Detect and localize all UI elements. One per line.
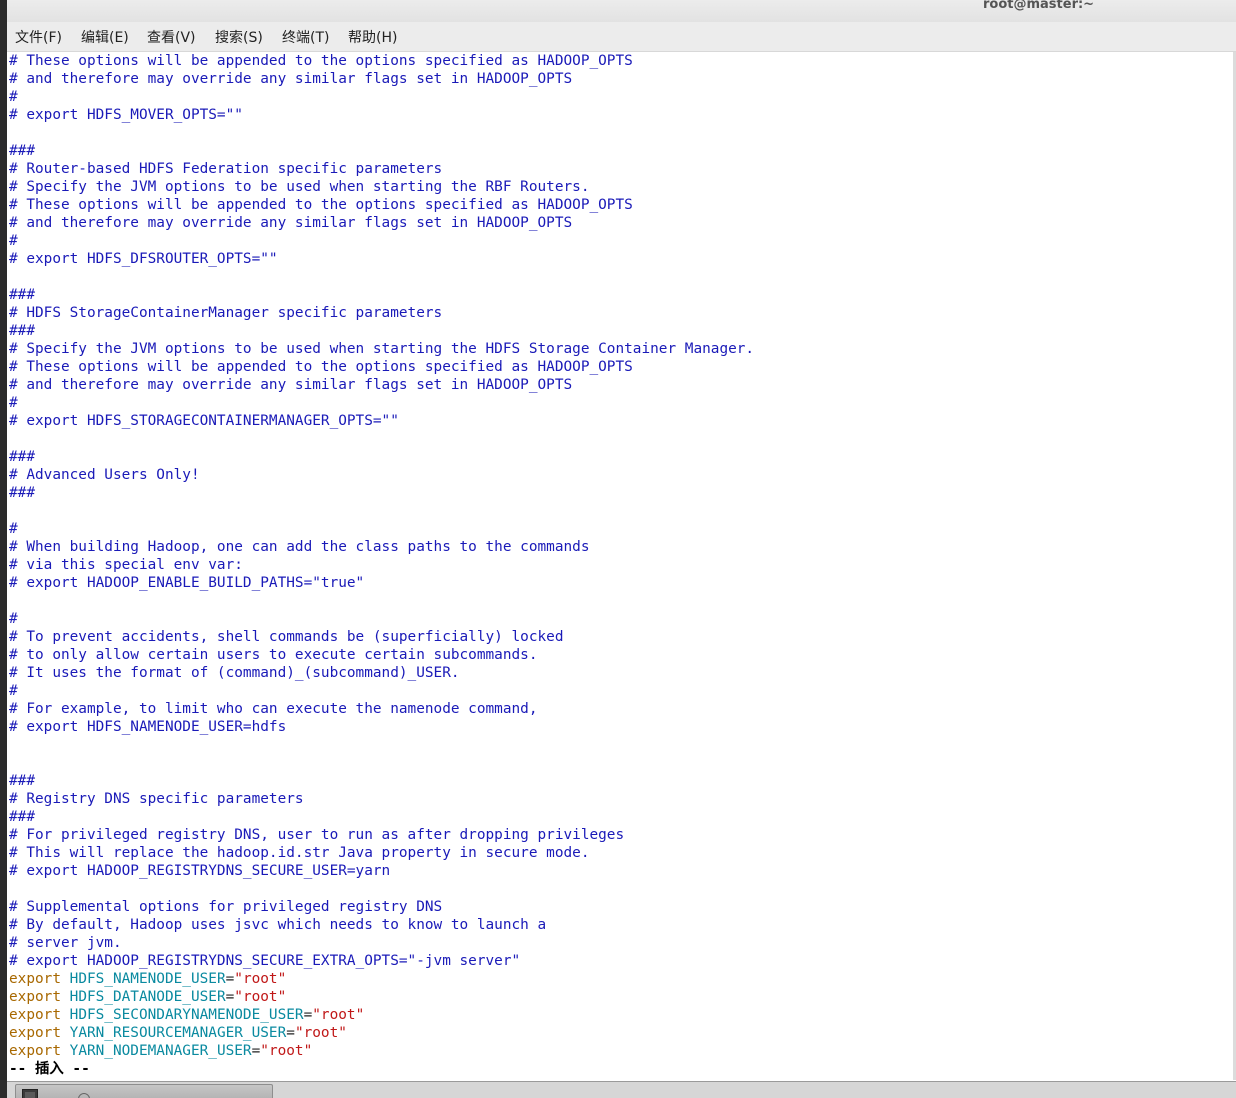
export-value: "root"	[260, 1043, 313, 1059]
export-line: export HDFS_SECONDARYNAMENODE_USER="root…	[9, 1006, 1233, 1024]
menu-search[interactable]: 搜索(S)	[215, 27, 263, 47]
export-value: "root"	[234, 971, 287, 987]
export-value: "root"	[312, 1007, 365, 1023]
terminal-line: # Router-based HDFS Federation specific …	[9, 161, 443, 177]
export-operator: =	[225, 971, 235, 987]
terminal-line: # To prevent accidents, shell commands b…	[9, 629, 564, 645]
terminal-line: # For privileged registry DNS, user to r…	[9, 827, 625, 843]
terminal-line: # These options will be appended to the …	[9, 197, 633, 213]
terminal-line: # When building Hadoop, one can add the …	[9, 539, 590, 555]
export-keyword: export	[9, 1007, 61, 1023]
window-title: root@master:~	[983, 0, 1095, 12]
terminal-line: # Supplemental options for privileged re…	[9, 899, 443, 915]
menu-view[interactable]: 查看(V)	[147, 27, 196, 47]
export-line: export YARN_RESOURCEMANAGER_USER="root"	[9, 1024, 1233, 1042]
terminal-line: #	[9, 89, 18, 105]
terminal-line: ###	[9, 323, 35, 339]
export-keyword: export	[9, 1043, 61, 1059]
terminal-line: #	[9, 521, 18, 537]
terminal-line: # HDFS StorageContainerManager specific …	[9, 305, 443, 321]
status-circle-icon	[78, 1093, 90, 1098]
menu-edit[interactable]: 编辑(E)	[81, 27, 129, 47]
export-keyword: export	[9, 971, 61, 987]
export-line: export HDFS_NAMENODE_USER="root"	[9, 970, 1233, 988]
menu-file[interactable]: 文件(F)	[15, 27, 62, 47]
export-variable-name: HDFS_NAMENODE_USER	[69, 971, 226, 987]
desktop-left-edge	[0, 0, 7, 1098]
export-value: "root"	[294, 1025, 347, 1041]
terminal-content[interactable]: # These options will be appended to the …	[9, 52, 1233, 1080]
export-keyword: export	[9, 1025, 61, 1041]
terminal-line: ###	[9, 143, 35, 159]
export-variable-name: YARN_NODEMANAGER_USER	[69, 1043, 252, 1059]
terminal-line: ###	[9, 287, 35, 303]
export-variable-name: HDFS_DATANODE_USER	[69, 989, 226, 1005]
terminal-line: ###	[9, 809, 35, 825]
terminal-line: # Specify the JVM options to be used whe…	[9, 179, 590, 195]
export-operator: =	[303, 1007, 313, 1023]
export-variable-name: HDFS_SECONDARYNAMENODE_USER	[69, 1007, 304, 1023]
terminal-line: # export HADOOP_ENABLE_BUILD_PATHS="true…	[9, 575, 365, 591]
menu-terminal[interactable]: 终端(T)	[282, 27, 329, 47]
export-line: export HDFS_DATANODE_USER="root"	[9, 988, 1233, 1006]
vim-mode-indicator: -- 插入 --	[9, 1061, 90, 1077]
terminal-line: # These options will be appended to the …	[9, 53, 633, 69]
terminal-icon	[22, 1089, 38, 1098]
export-keyword: export	[9, 989, 61, 1005]
terminal-window: root@master:~ 文件(F) 编辑(E) 查看(V) 搜索(S) 终端…	[0, 0, 1236, 1098]
menu-help[interactable]: 帮助(H)	[348, 27, 397, 47]
terminal-line: # This will replace the hadoop.id.str Ja…	[9, 845, 590, 861]
export-line: export YARN_NODEMANAGER_USER="root"	[9, 1042, 1233, 1060]
terminal-line: # Specify the JVM options to be used whe…	[9, 341, 755, 357]
terminal-line: # export HADOOP_REGISTRYDNS_SECURE_USER=…	[9, 863, 391, 879]
terminal-line: # export HDFS_STORAGECONTAINERMANAGER_OP…	[9, 413, 399, 429]
terminal-line: #	[9, 683, 18, 699]
terminal-line: # and therefore may override any similar…	[9, 215, 573, 231]
terminal-line: # export HDFS_MOVER_OPTS=""	[9, 107, 243, 123]
terminal-line: # For example, to limit who can execute …	[9, 701, 538, 717]
export-operator: =	[251, 1043, 261, 1059]
taskbar	[7, 1081, 1236, 1098]
terminal-line: # to only allow certain users to execute…	[9, 647, 538, 663]
terminal-line: # It uses the format of (command)_(subco…	[9, 665, 460, 681]
terminal-line: # By default, Hadoop uses jsvc which nee…	[9, 917, 547, 933]
terminal-line: ###	[9, 773, 35, 789]
terminal-line: # These options will be appended to the …	[9, 359, 633, 375]
export-operator: =	[225, 989, 235, 1005]
terminal-line: ###	[9, 485, 35, 501]
export-operator: =	[286, 1025, 295, 1041]
terminal-line: # via this special env var:	[9, 557, 243, 573]
export-variable-name: YARN_RESOURCEMANAGER_USER	[69, 1025, 287, 1041]
terminal-line: # Registry DNS specific parameters	[9, 791, 304, 807]
terminal-line: # export HDFS_DFSROUTER_OPTS=""	[9, 251, 278, 267]
export-value: "root"	[234, 989, 287, 1005]
terminal-line: # export HADOOP_REGISTRYDNS_SECURE_EXTRA…	[9, 953, 521, 969]
terminal-line: # export HDFS_NAMENODE_USER=hdfs	[9, 719, 287, 735]
terminal-line: #	[9, 395, 18, 411]
terminal-line: # server jvm.	[9, 935, 122, 951]
menu-bar: 文件(F) 编辑(E) 查看(V) 搜索(S) 终端(T) 帮助(H)	[7, 22, 1236, 52]
terminal-line: #	[9, 233, 18, 249]
terminal-line: # and therefore may override any similar…	[9, 71, 573, 87]
terminal-line: # Advanced Users Only!	[9, 467, 200, 483]
window-titlebar[interactable]: root@master:~	[7, 0, 1236, 22]
terminal-line: #	[9, 611, 18, 627]
taskbar-terminal-button[interactable]	[15, 1084, 273, 1098]
terminal-line: # and therefore may override any similar…	[9, 377, 573, 393]
terminal-line: ###	[9, 449, 35, 465]
